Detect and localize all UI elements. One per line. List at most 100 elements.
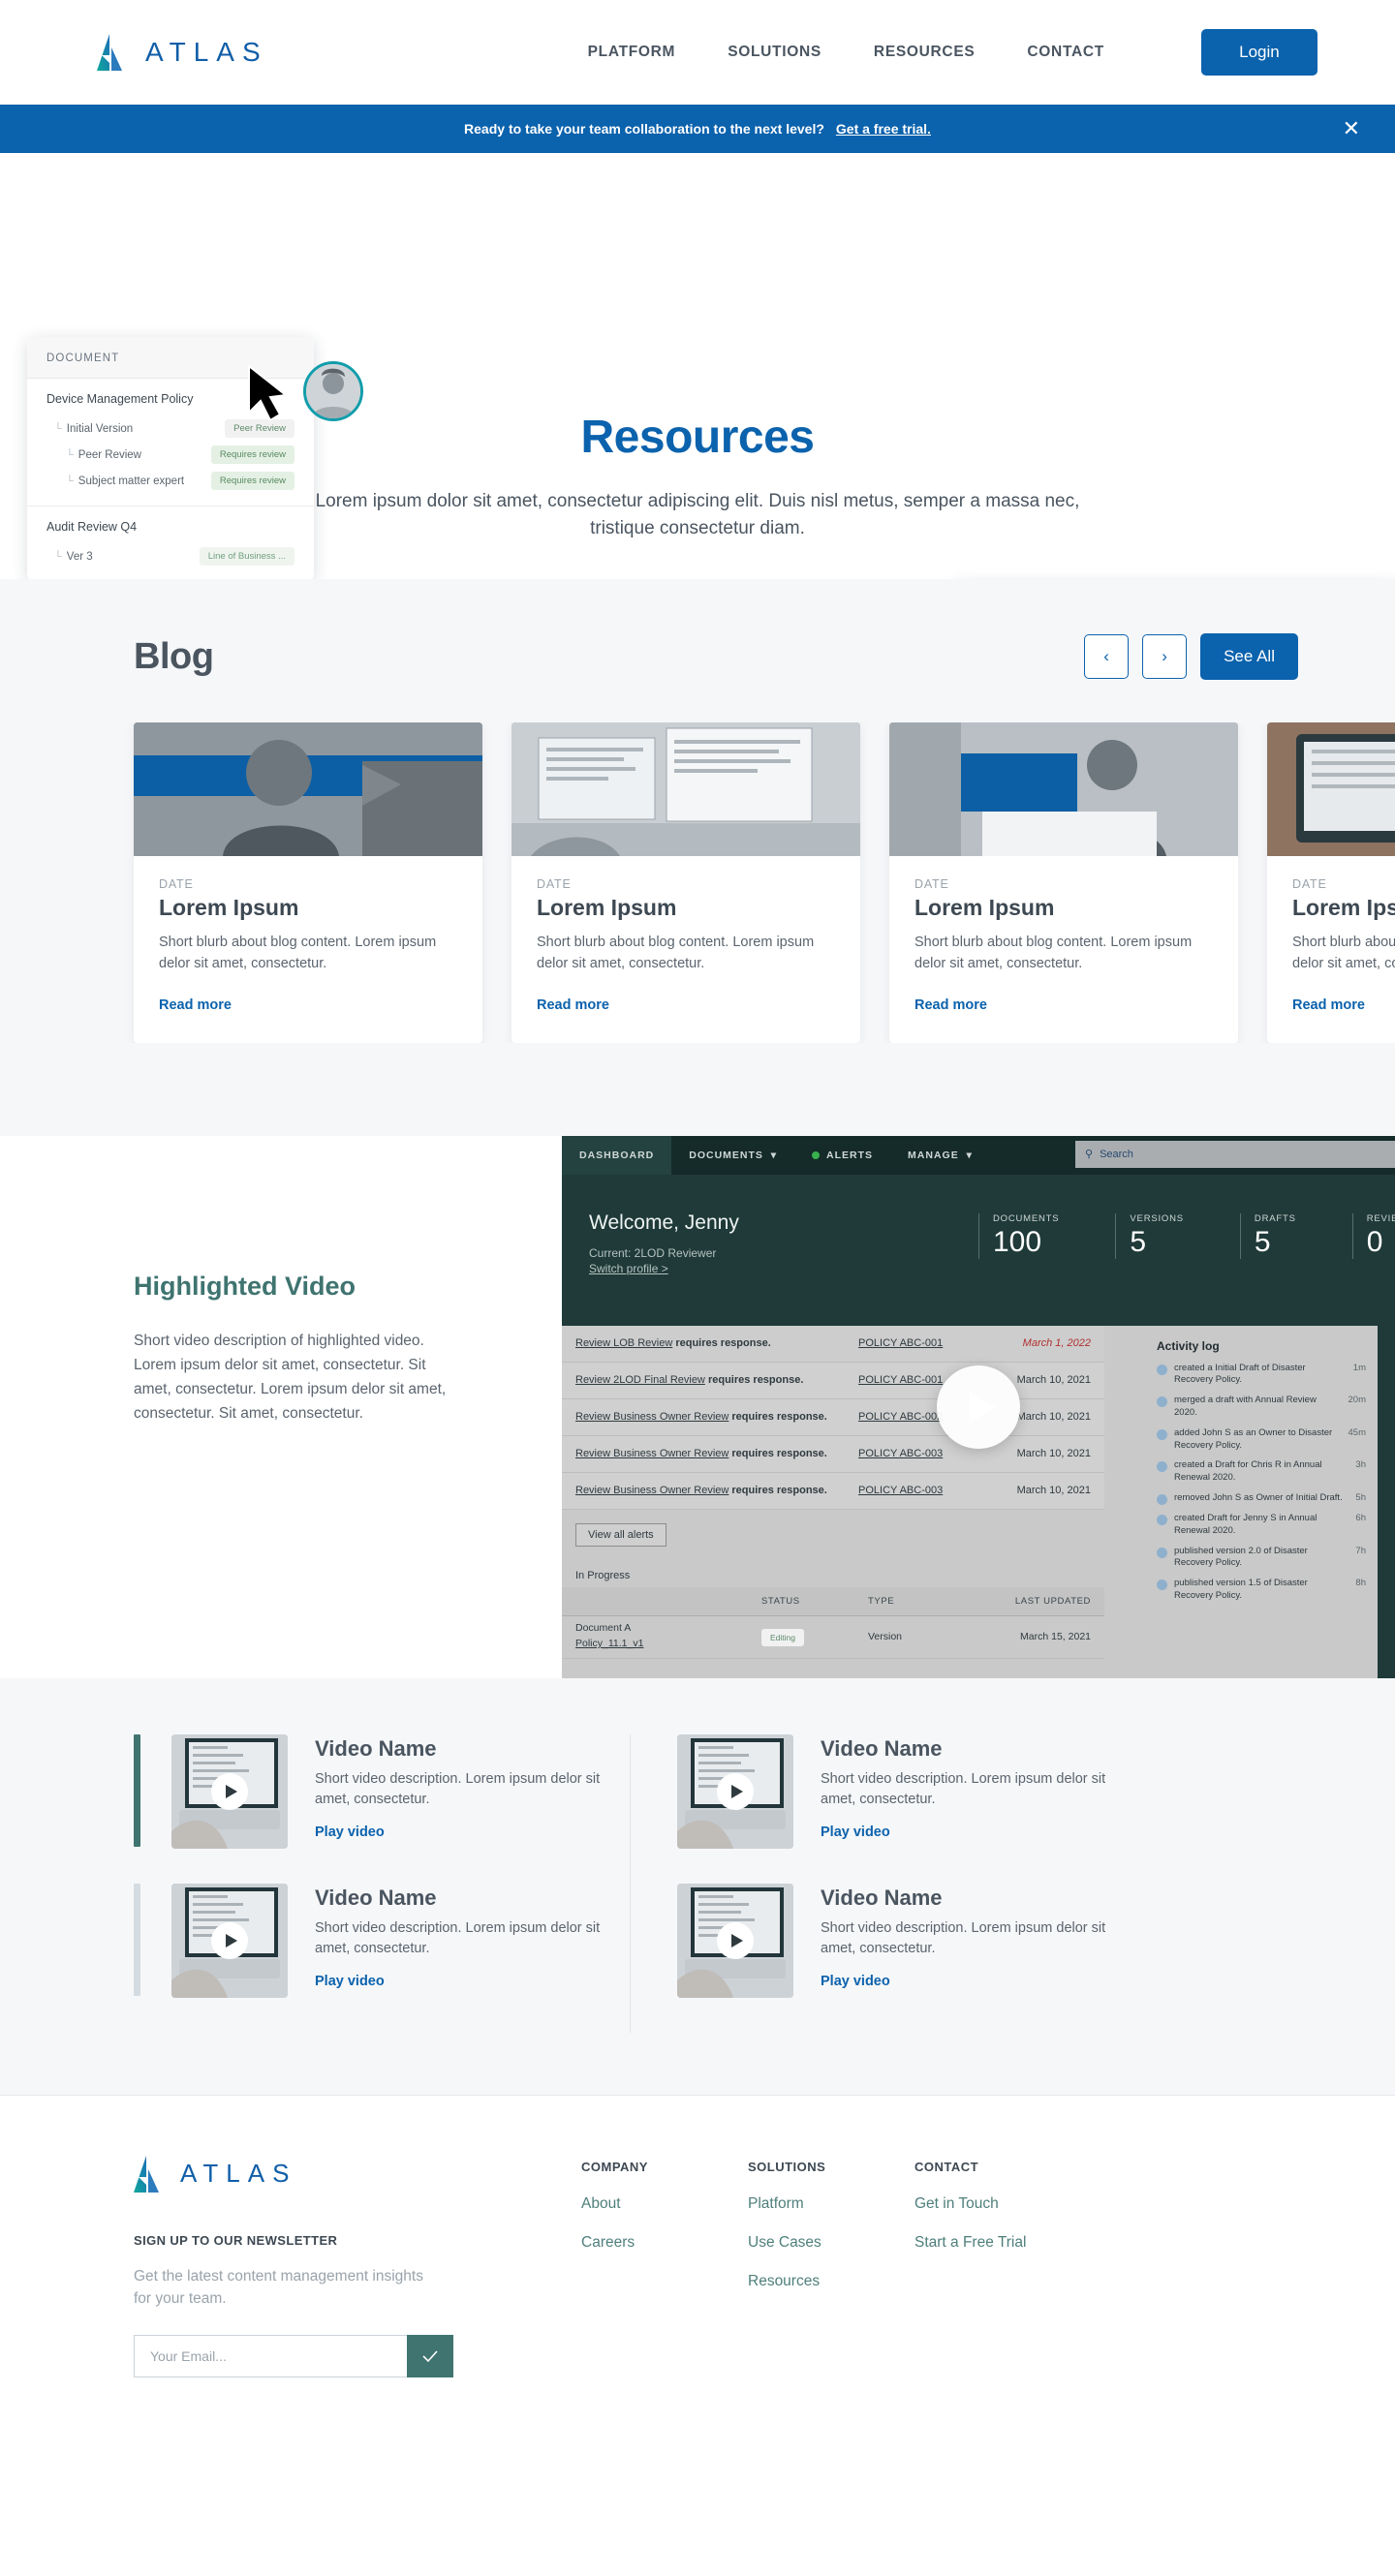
read-more-link[interactable]: Read more — [537, 997, 609, 1013]
play-video-link[interactable]: Play video — [821, 1974, 890, 1989]
blog-section-title: Blog — [134, 635, 214, 677]
footer-link-about[interactable]: About — [581, 2195, 748, 2213]
list-item[interactable]: Video Name Short video description. Lore… — [134, 1883, 630, 1998]
list-item[interactable]: Video Name Short video description. Lore… — [677, 1883, 1126, 1998]
activity-item: removed John S as Owner of Initial Draft… — [1157, 1492, 1366, 1505]
announcement-bar: Ready to take your team collaboration to… — [0, 105, 1395, 153]
preview-table-row: Document A Policy_11.1_v1 Editing Versio… — [562, 1616, 1104, 1659]
footer-link-resources[interactable]: Resources — [748, 2273, 914, 2290]
highlighted-video-description: Short video description of highlighted v… — [134, 1332, 447, 1422]
video-thumbnail[interactable] — [171, 1733, 288, 1849]
list-item[interactable]: Video Name Short video description. Lore… — [677, 1733, 1126, 1849]
activity-item: created a Draft for Chris R in Annual Re… — [1157, 1459, 1366, 1485]
footer-link-platform[interactable]: Platform — [748, 2195, 914, 2213]
video-thumbnail[interactable] — [171, 1883, 288, 1998]
blog-date: DATE — [159, 877, 194, 891]
play-icon[interactable] — [211, 1772, 248, 1810]
play-icon[interactable] — [717, 1772, 754, 1810]
blog-blurb: Short blurb about blog content. Lorem ip… — [1292, 935, 1395, 971]
video-description: Short video description. Lorem ipsum del… — [315, 1919, 601, 1956]
logo-text: ATLAS — [145, 37, 268, 67]
blog-card[interactable]: DATE Lorem Ipsum Short blurb about blog … — [512, 722, 860, 1043]
blog-controls: ‹ › See All — [1084, 633, 1298, 680]
login-button[interactable]: Login — [1200, 29, 1318, 76]
activity-item: added John S as an Owner to Disaster Rec… — [1157, 1427, 1366, 1453]
list-item[interactable]: Video Name Short video description. Lore… — [134, 1733, 630, 1849]
blog-card[interactable]: DATE Lorem Ipsum Short blurb about blog … — [134, 722, 482, 1043]
see-all-button[interactable]: See All — [1200, 633, 1298, 680]
footer-link-start-free-trial[interactable]: Start a Free Trial — [914, 2234, 1081, 2252]
avatar — [1157, 1494, 1167, 1505]
blog-date: DATE — [1292, 877, 1327, 891]
preview-date: March 10, 2021 — [1016, 1485, 1091, 1496]
nav-item-solutions[interactable]: SOLUTIONS — [728, 44, 822, 61]
nav-item-resources[interactable]: RESOURCES — [874, 44, 975, 61]
preview-hero: Welcome, Jenny Current: 2LOD Reviewer Sw… — [562, 1175, 1395, 1320]
blog-carousel[interactable]: DATE Lorem Ipsum Short blurb about blog … — [0, 722, 1395, 1043]
chevron-right-icon[interactable]: › — [1142, 634, 1188, 679]
footer-logo[interactable]: ATLAS — [134, 2155, 541, 2193]
preview-section-label: In Progress — [575, 1569, 631, 1581]
video-thumbnail[interactable] — [677, 1883, 793, 1998]
video-list-column-right: Video Name Short video description. Lore… — [630, 1733, 1126, 2033]
close-icon[interactable]: ✕ — [1343, 118, 1360, 139]
play-video-link[interactable]: Play video — [315, 1825, 385, 1840]
site-footer: ATLAS SIGN UP TO OUR NEWSLETTER Get the … — [0, 2094, 1395, 2378]
free-trial-link[interactable]: Get a free trial. — [836, 121, 931, 137]
activity-item: merged a draft with Annual Review 2020. 2… — [1157, 1395, 1366, 1420]
play-video-link[interactable]: Play video — [315, 1974, 385, 1989]
blog-card[interactable]: DATE Lorem Ipsum Short blurb about blog … — [889, 722, 1238, 1043]
blog-blurb: Short blurb about blog content. Lorem ip… — [159, 935, 437, 971]
row-status-badge: Editing — [761, 1629, 804, 1646]
chevron-left-icon[interactable]: ‹ — [1084, 634, 1130, 679]
video-player[interactable]: DASHBOARD DOCUMENTS ▾ ALERTS MANAGE ▾ ⚲ … — [562, 1135, 1395, 1678]
preview-tab-alerts: ALERTS — [794, 1136, 890, 1175]
email-field[interactable] — [134, 2335, 407, 2377]
stat-label: REVIEWS — [1366, 1212, 1395, 1224]
tree-elbow-icon: └ — [54, 550, 62, 563]
stat-value: 5 — [1130, 1225, 1147, 1258]
play-icon[interactable] — [211, 1921, 248, 1959]
play-icon[interactable] — [937, 1365, 1020, 1449]
nav-item-contact[interactable]: CONTACT — [1027, 44, 1104, 61]
newsletter-submit-button[interactable] — [407, 2335, 453, 2377]
read-more-link[interactable]: Read more — [159, 997, 232, 1013]
doc-row[interactable]: └ Ver 3 Line of Business ... — [46, 543, 294, 569]
atlas-mountain-logo-icon — [97, 34, 130, 71]
stat-versions: VERSIONS 5 — [1115, 1212, 1184, 1259]
read-more-link[interactable]: Read more — [914, 997, 987, 1013]
read-more-link[interactable]: Read more — [1292, 997, 1365, 1013]
blog-section: Blog ‹ › See All DATE Lorem Ipsum Short … — [0, 579, 1395, 1136]
footer-link-careers[interactable]: Careers — [581, 2234, 748, 2252]
blog-date: DATE — [914, 877, 949, 891]
video-thumbnail[interactable] — [677, 1733, 793, 1849]
blog-date: DATE — [537, 877, 572, 891]
status-badge: Line of Business ... — [199, 547, 294, 566]
site-header: ATLAS PLATFORM SOLUTIONS RESOURCES CONTA… — [0, 0, 1395, 105]
search-icon: ⚲ — [1085, 1149, 1094, 1160]
footer-link-use-cases[interactable]: Use Cases — [748, 2234, 914, 2252]
hero-copy: Resources Lorem ipsum dolor sit amet, co… — [0, 414, 1395, 541]
play-video-link[interactable]: Play video — [821, 1825, 890, 1840]
preview-view-all-alerts-button: View all alerts — [575, 1522, 666, 1547]
preview-policy: POLICY ABC-001 — [858, 1337, 944, 1349]
preview-date: March 10, 2021 — [1016, 1448, 1091, 1459]
preview-alert-row: Review Business Owner Review requires re… — [562, 1398, 1104, 1436]
active-indicator — [134, 1883, 140, 1996]
row-doc-link: Policy_11.1_v1 — [575, 1638, 644, 1649]
preview-alert-text: Review Business Owner Review requires re… — [575, 1448, 827, 1459]
highlighted-video-copy: Highlighted Video Short video descriptio… — [134, 1272, 453, 1426]
video-name: Video Name — [315, 1735, 437, 1761]
avatar — [1157, 1364, 1167, 1375]
nav-item-platform[interactable]: PLATFORM — [588, 44, 676, 61]
blog-thumbnail — [512, 722, 860, 856]
blog-card[interactable]: DATE Lorem Ipsum Short blurb about blog … — [1267, 722, 1395, 1043]
doc-row-label: Ver 3 — [66, 550, 93, 563]
preview-welcome: Welcome, Jenny Current: 2LOD Reviewer Sw… — [589, 1211, 739, 1277]
play-icon[interactable] — [717, 1921, 754, 1959]
blog-title: Lorem Ipsum — [1292, 895, 1395, 920]
main-nav: PLATFORM SOLUTIONS RESOURCES CONTACT Log… — [588, 29, 1318, 76]
footer-link-get-in-touch[interactable]: Get in Touch — [914, 2195, 1081, 2213]
logo[interactable]: ATLAS — [97, 34, 268, 71]
footer-column-solutions: SOLUTIONS Platform Use Cases Resources — [748, 2160, 914, 2378]
